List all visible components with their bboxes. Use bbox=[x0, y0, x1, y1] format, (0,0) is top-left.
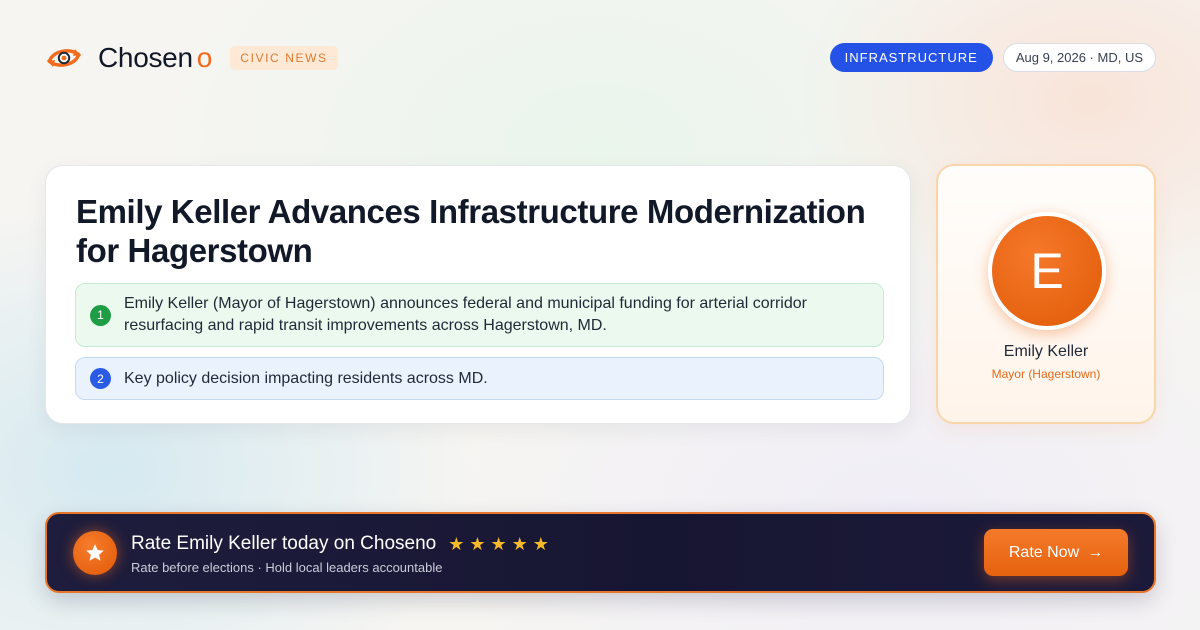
star-icon bbox=[73, 531, 117, 575]
star-icon[interactable]: ★ bbox=[512, 534, 528, 554]
eye-orbit-icon bbox=[47, 49, 81, 67]
rate-now-label: Rate Now bbox=[1008, 543, 1080, 561]
key-point-2: 2 Key policy decision impacting resident… bbox=[75, 357, 884, 400]
star-icon[interactable]: ★ bbox=[533, 534, 549, 554]
avatar: E bbox=[988, 212, 1106, 330]
cta-title-row: Rate Emily Keller today on Chosen​o ★ ★ … bbox=[131, 533, 554, 555]
cta-title: Rate Emily Keller today on Chosen​o bbox=[131, 533, 437, 554]
point-text: Emily Keller (Mayor of Hagerstown) annou… bbox=[124, 295, 807, 334]
star-rating[interactable]: ★ ★ ★ ★ ★ bbox=[448, 534, 554, 554]
brand-accent: o bbox=[196, 42, 213, 73]
star-icon[interactable]: ★ bbox=[469, 534, 485, 554]
section-tag: CIVIC NEWS bbox=[230, 46, 338, 70]
brand-name: Chosen bbox=[98, 42, 193, 73]
profile-card[interactable]: E Emily Keller Mayor (Hagerstown) bbox=[936, 164, 1156, 424]
star-glyph bbox=[86, 544, 104, 561]
rating-cta-banner: Rate Emily Keller today on Chosen​o ★ ★ … bbox=[45, 512, 1156, 593]
point-number-badge: 2 bbox=[90, 368, 111, 389]
article-headline: Emily Keller Advances Infrastructure Mod… bbox=[76, 193, 866, 269]
brand[interactable]: Chosen o CIVIC NEWS bbox=[46, 40, 338, 76]
star-icon[interactable]: ★ bbox=[491, 534, 507, 554]
rate-now-button[interactable]: Rate Now → bbox=[984, 529, 1128, 576]
star-icon[interactable]: ★ bbox=[448, 534, 464, 554]
key-point-1: 1 Emily Keller (Mayor of Hagerstown) ann… bbox=[75, 283, 884, 347]
category-badge[interactable]: INFRASTRUCTURE bbox=[829, 43, 993, 72]
point-number-badge: 1 bbox=[90, 304, 111, 326]
article-card: Emily Keller Advances Infrastructure Mod… bbox=[45, 165, 911, 424]
profile-name: Emily Keller bbox=[1003, 343, 1089, 360]
header-meta: INFRASTRUCTURE Aug 9, 2026 · MD, US bbox=[829, 43, 1156, 72]
point-text: Key policy decision impacting residents … bbox=[124, 369, 488, 387]
cta-subtitle: Rate before elections · Hold local leade… bbox=[131, 560, 443, 575]
date-location-badge: Aug 9, 2026 · MD, US bbox=[1002, 43, 1156, 72]
profile-role: Mayor (Hagerstown) bbox=[991, 367, 1101, 381]
arrow-right-icon: → bbox=[1087, 543, 1104, 561]
